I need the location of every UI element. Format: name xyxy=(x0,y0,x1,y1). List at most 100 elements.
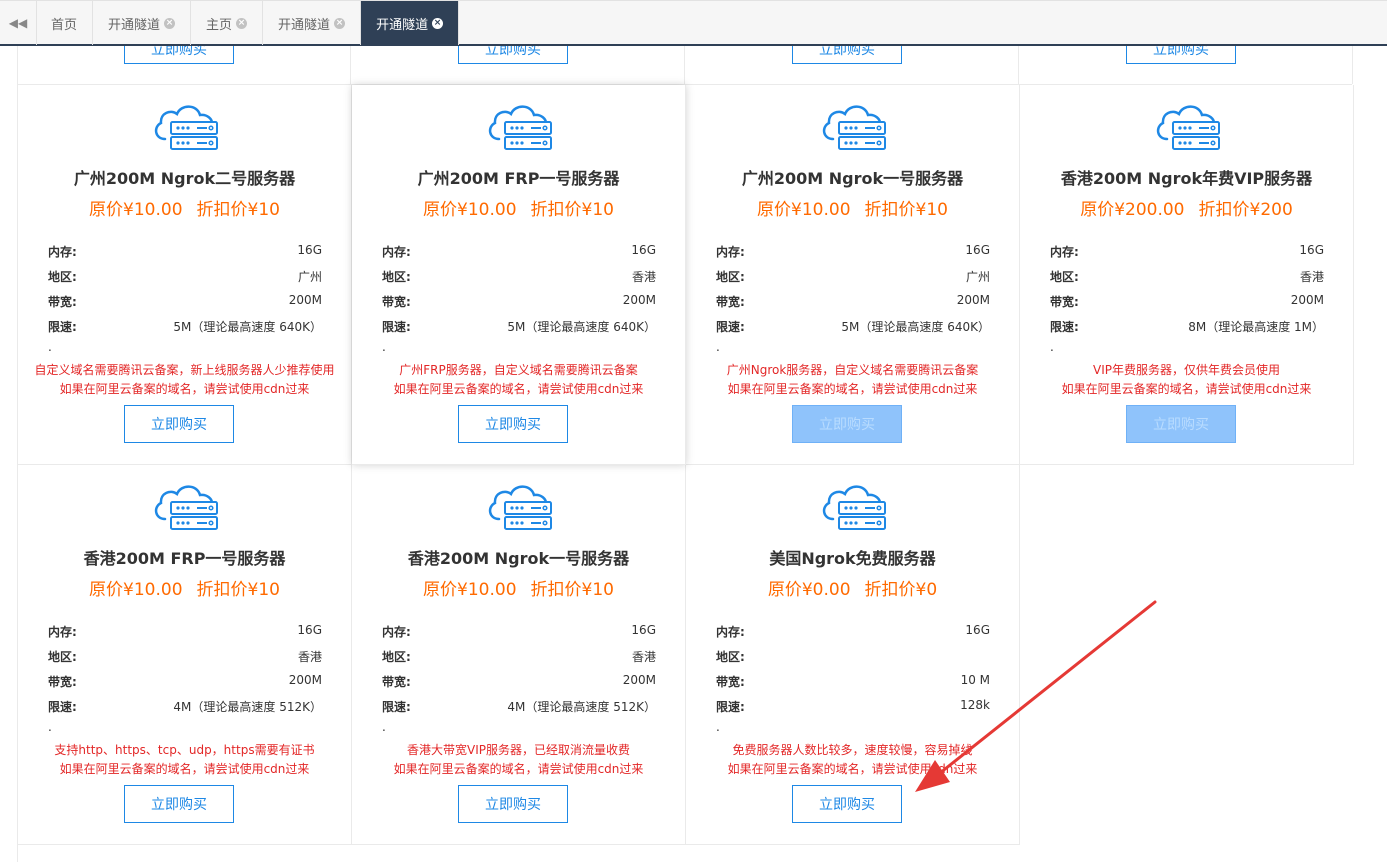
original-price: 原价¥10.00 xyxy=(423,200,517,220)
spec-label: 限速: xyxy=(48,320,77,334)
spec-dot: . xyxy=(382,340,386,354)
spec-memory: 内存: 16G xyxy=(716,243,990,263)
buy-button[interactable]: 立即购买 xyxy=(792,785,902,823)
spec-label: 带宽: xyxy=(1050,295,1079,309)
spec-label: 内存: xyxy=(382,625,411,639)
spec-bandwidth: 带宽: 200M xyxy=(382,293,656,313)
spec-region: 地区: 广州 xyxy=(48,268,322,288)
spec-label: 带宽: xyxy=(382,675,411,689)
buy-button[interactable]: 立即购买 xyxy=(792,46,902,64)
buy-button[interactable]: 立即购买 xyxy=(1126,405,1236,443)
discount-price: 折扣价¥10 xyxy=(196,580,280,600)
product-title: 广州200M FRP一号服务器 xyxy=(417,169,620,188)
buy-button[interactable]: 立即购买 xyxy=(458,405,568,443)
cloud-server-icon xyxy=(822,105,886,150)
spec-value: 128k xyxy=(960,698,990,712)
close-icon[interactable]: × xyxy=(432,17,444,29)
tab-open-tunnel-1[interactable]: 开通隧道 × xyxy=(93,1,192,45)
spec-memory: 内存: 16G xyxy=(382,623,656,643)
spec-value: 200M xyxy=(288,293,322,307)
tab-main[interactable]: 主页 × xyxy=(191,1,264,45)
product-title: 香港200M Ngrok一号服务器 xyxy=(407,549,630,568)
spec-label: 带宽: xyxy=(382,295,411,309)
spec-value: 8M（理论最高速度 1M） xyxy=(1188,320,1324,334)
spec-label: 带宽: xyxy=(48,295,77,309)
double-chevron-left-icon: ◀◀ xyxy=(8,16,28,30)
product-card: 香港200M FRP一号服务器 原价¥10.00 折扣价¥10 内存: 16G 地… xyxy=(18,465,352,845)
spec-value: 16G xyxy=(1299,243,1324,257)
product-card-partial: 立即购买 xyxy=(18,46,351,84)
spec-dot: . xyxy=(48,340,52,354)
tab-open-tunnel-2[interactable]: 开通隧道 × xyxy=(263,1,362,45)
spec-dot: . xyxy=(48,720,52,734)
tab-label: 开通隧道 xyxy=(376,17,429,33)
product-note: 如果在阿里云备案的域名，请尝试使用cdn过来 xyxy=(727,762,978,776)
spec-value: 香港 xyxy=(1299,270,1324,284)
spec-region: 地区: 香港 xyxy=(48,648,322,668)
spec-label: 限速: xyxy=(382,700,411,714)
spec-label: 带宽: xyxy=(716,295,745,309)
previous-row-partial: 立即购买 立即购买 立即购买 立即购买 xyxy=(18,46,1353,85)
product-note: VIP年费服务器，仅供年费会员使用 xyxy=(1093,363,1280,377)
buy-button[interactable]: 立即购买 xyxy=(458,785,568,823)
product-grid: 立即购买 立即购买 立即购买 立即购买 广州200M Ngrok二号服务器 原价… xyxy=(0,46,1387,862)
product-note: 支持http、https、tcp、udp，https需要有证书 xyxy=(54,743,315,757)
close-icon[interactable]: × xyxy=(164,17,176,29)
spec-speed: 限速: 128k xyxy=(716,698,990,718)
tab-label: 首页 xyxy=(51,17,78,33)
cloud-server-icon xyxy=(1156,105,1220,150)
product-card-partial: 立即购买 xyxy=(1020,46,1353,84)
original-price: 原价¥200.00 xyxy=(1080,200,1185,220)
tab-label: 开通隧道 xyxy=(278,17,331,33)
close-icon[interactable]: × xyxy=(334,17,346,29)
spec-value: 香港 xyxy=(631,270,656,284)
spec-label: 带宽: xyxy=(48,675,77,689)
tab-scroll-left-button[interactable]: ◀◀ xyxy=(0,1,37,45)
buy-button[interactable]: 立即购买 xyxy=(458,46,568,64)
spec-memory: 内存: 16G xyxy=(48,623,322,643)
spec-label: 内存: xyxy=(382,245,411,259)
tab-label: 开通隧道 xyxy=(108,17,161,33)
buy-button[interactable]: 立即购买 xyxy=(1126,46,1236,64)
spec-label: 内存: xyxy=(716,625,745,639)
spec-value: 4M（理论最高速度 512K） xyxy=(173,700,322,714)
spec-value: 广州 xyxy=(965,270,990,284)
product-price: 原价¥10.00 折扣价¥10 xyxy=(18,575,351,600)
tab-open-tunnel-active[interactable]: 开通隧道 × xyxy=(361,1,460,45)
cloud-server-icon xyxy=(488,485,552,530)
cloud-server-icon xyxy=(488,105,552,150)
spec-value: 16G xyxy=(297,243,322,257)
tab-label: 主页 xyxy=(206,17,233,33)
spec-memory: 内存: 16G xyxy=(1050,243,1324,263)
spec-value: 16G xyxy=(631,243,656,257)
product-title: 广州200M Ngrok一号服务器 xyxy=(741,169,964,188)
tab-home[interactable]: 首页 xyxy=(36,1,94,45)
product-card: 香港200M Ngrok年费VIP服务器 原价¥200.00 折扣价¥200 内存… xyxy=(1020,85,1354,465)
product-title: 香港200M Ngrok年费VIP服务器 xyxy=(1060,169,1313,188)
buy-button[interactable]: 立即购买 xyxy=(792,405,902,443)
spec-bandwidth: 带宽: 200M xyxy=(48,293,322,313)
product-note: 如果在阿里云备案的域名，请尝试使用cdn过来 xyxy=(393,762,644,776)
spec-speed: 限速: 5M（理论最高速度 640K） xyxy=(48,318,322,338)
discount-price: 折扣价¥0 xyxy=(864,580,938,600)
spec-bandwidth: 带宽: 200M xyxy=(382,673,656,693)
spec-label: 限速: xyxy=(716,700,745,714)
buy-button[interactable]: 立即购买 xyxy=(124,405,234,443)
buy-button[interactable]: 立即购买 xyxy=(124,785,234,823)
product-title: 美国Ngrok免费服务器 xyxy=(769,549,936,568)
discount-price: 折扣价¥10 xyxy=(196,200,280,220)
spec-region: 地区: xyxy=(716,648,990,668)
buy-button[interactable]: 立即购买 xyxy=(124,46,234,64)
spec-value: 5M（理论最高速度 640K） xyxy=(507,320,656,334)
spec-value: 4M（理论最高速度 512K） xyxy=(507,700,656,714)
cloud-server-icon xyxy=(822,485,886,530)
spec-label: 内存: xyxy=(48,245,77,259)
spec-label: 限速: xyxy=(382,320,411,334)
close-icon[interactable]: × xyxy=(236,17,248,29)
spec-value: 200M xyxy=(1290,293,1324,307)
product-card: 广州200M Ngrok二号服务器 原价¥10.00 折扣价¥10 内存: 16G… xyxy=(18,85,352,465)
product-price: 原价¥10.00 折扣价¥10 xyxy=(686,195,1019,220)
discount-price: 折扣价¥10 xyxy=(530,580,614,600)
spec-memory: 内存: 16G xyxy=(382,243,656,263)
spec-value: 16G xyxy=(965,243,990,257)
